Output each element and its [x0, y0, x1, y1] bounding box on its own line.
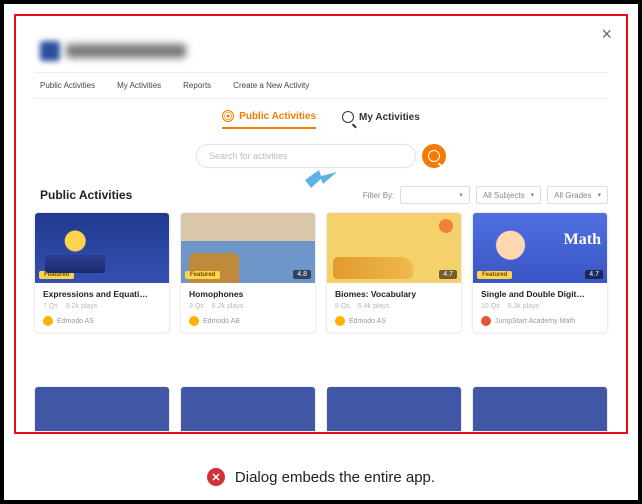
activity-card-row: Featured Expressions and Equati… 7 Qs 9.… — [34, 212, 608, 333]
featured-badge: Featured — [185, 271, 220, 279]
card-meta: 8 Qs 5.4k plays — [335, 303, 453, 310]
card-meta: 7 Qs 9.2k plays — [43, 303, 161, 310]
tab-label: Public Activities — [239, 111, 316, 122]
card-question-count: 9 Qs — [189, 303, 204, 310]
activity-card[interactable]: Featured 4.7 Biomes: Vocabulary 8 Qs 5.4… — [326, 212, 462, 333]
author-name: Edmodo AS — [57, 318, 94, 325]
card-author: JumpStart Academy Math — [481, 316, 599, 326]
figure-frame: × Public Activities My Activities Report… — [0, 0, 642, 504]
filter-label: Filter By: — [363, 191, 395, 200]
search-placeholder: Search for activities — [209, 151, 288, 161]
globe-icon: ⦿ — [222, 110, 234, 122]
brand-text-blurred — [66, 44, 186, 58]
activities-tabs: ⦿ Public Activities My Activities — [16, 110, 626, 129]
search-row: Search for activities — [16, 144, 626, 168]
nav-my-activities[interactable]: My Activities — [117, 81, 161, 90]
activity-card-row-partial — [34, 386, 608, 432]
author-name: Edmodo AB — [203, 318, 240, 325]
filter-sort-dropdown[interactable]: ▾ — [400, 186, 470, 204]
card-question-count: 8 Qs — [335, 303, 350, 310]
dialog-container: × Public Activities My Activities Report… — [14, 14, 628, 434]
filter-subject-dropdown[interactable]: All Subjects ▾ — [476, 186, 541, 204]
close-icon[interactable]: × — [601, 24, 612, 45]
card-play-count: 9.2k plays — [66, 303, 98, 310]
activity-card[interactable]: Featured Expressions and Equati… 7 Qs 9.… — [34, 212, 170, 333]
search-input[interactable]: Search for activities — [196, 144, 416, 168]
card-thumbnail: Featured 4.7 — [473, 213, 607, 283]
featured-badge: Featured — [331, 271, 366, 279]
card-question-count: 10 Qs — [481, 303, 500, 310]
app-brand-blurred — [40, 40, 190, 62]
card-meta: 10 Qs 5.3k plays — [481, 303, 599, 310]
tab-my-activities[interactable]: My Activities — [342, 110, 420, 129]
chevron-down-icon: ▾ — [597, 191, 601, 199]
author-name: JumpStart Academy Math — [495, 318, 575, 325]
card-rating: 4.7 — [439, 270, 457, 279]
card-title: Homophones — [189, 289, 307, 299]
card-author: Edmodo AS — [335, 316, 453, 326]
nav-create-new-activity[interactable]: Create a New Activity — [233, 81, 309, 90]
card-title: Single and Double Digit… — [481, 289, 599, 299]
activity-card[interactable] — [326, 386, 462, 432]
featured-badge: Featured — [477, 271, 512, 279]
card-question-count: 7 Qs — [43, 303, 58, 310]
author-avatar-icon — [43, 316, 53, 326]
nav-reports[interactable]: Reports — [183, 81, 211, 90]
dropdown-value: All Grades — [554, 191, 591, 200]
caption-text: Dialog embeds the entire app. — [235, 469, 435, 486]
filter-grade-dropdown[interactable]: All Grades ▾ — [547, 186, 608, 204]
brand-logo-blurred — [40, 41, 60, 61]
card-rating: 4.7 — [585, 270, 603, 279]
chevron-down-icon: ▾ — [459, 191, 463, 199]
activity-card[interactable] — [180, 386, 316, 432]
chevron-down-icon: ▾ — [531, 191, 535, 199]
filter-bar: Filter By: ▾ All Subjects ▾ All Grades ▾ — [363, 186, 608, 204]
card-meta: 9 Qs 6.2k plays — [189, 303, 307, 310]
card-title: Expressions and Equati… — [43, 289, 161, 299]
search-button[interactable] — [422, 144, 446, 168]
card-thumbnail: Featured — [35, 213, 169, 283]
tab-label: My Activities — [359, 112, 420, 123]
card-thumbnail: Featured 4.7 — [327, 213, 461, 283]
card-title: Biomes: Vocabulary — [335, 289, 453, 299]
author-avatar-icon — [335, 316, 345, 326]
figure-caption: ✕ Dialog embeds the entire app. — [4, 468, 638, 486]
activity-card[interactable]: Featured 4.8 Homophones 9 Qs 6.2k plays … — [180, 212, 316, 333]
activity-card[interactable] — [34, 386, 170, 432]
card-rating: 4.8 — [293, 270, 311, 279]
tab-public-activities[interactable]: ⦿ Public Activities — [222, 110, 316, 129]
author-avatar-icon — [189, 316, 199, 326]
search-icon — [428, 150, 440, 162]
card-play-count: 5.3k plays — [508, 303, 540, 310]
card-play-count: 6.2k plays — [212, 303, 244, 310]
section-title: Public Activities — [40, 188, 132, 202]
search-icon — [342, 111, 354, 123]
featured-badge: Featured — [39, 271, 74, 279]
dropdown-value: All Subjects — [483, 191, 525, 200]
author-avatar-icon — [481, 316, 491, 326]
card-author: Edmodo AS — [43, 316, 161, 326]
card-play-count: 5.4k plays — [358, 303, 390, 310]
card-author: Edmodo AB — [189, 316, 307, 326]
top-nav: Public Activities My Activities Reports … — [34, 72, 608, 99]
author-name: Edmodo AS — [349, 318, 386, 325]
activity-card[interactable] — [472, 386, 608, 432]
activity-card[interactable]: Featured 4.7 Single and Double Digit… 10… — [472, 212, 608, 333]
nav-public-activities[interactable]: Public Activities — [40, 81, 95, 90]
watermark-bird-icon — [303, 166, 339, 192]
card-thumbnail: Featured 4.8 — [181, 213, 315, 283]
error-icon: ✕ — [207, 468, 225, 486]
